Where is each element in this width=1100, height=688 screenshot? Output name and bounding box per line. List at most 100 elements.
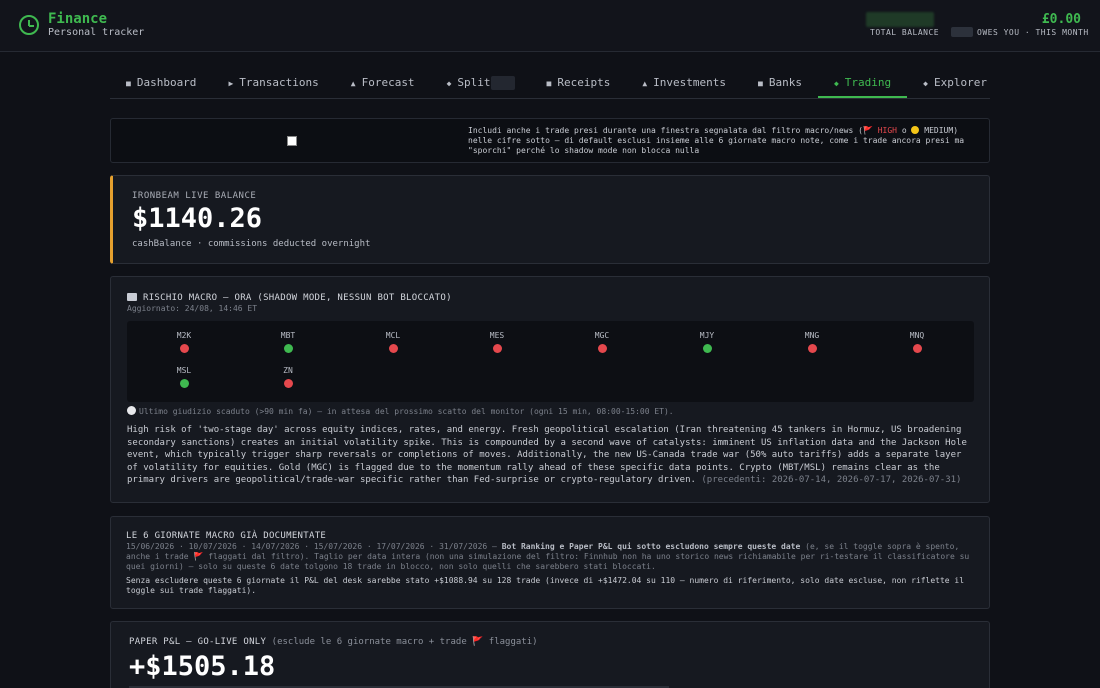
ticker-msl: MSL [154,366,214,391]
triangle-icon: ▲ [642,79,648,88]
owes-name-redacted [951,27,973,37]
square-icon: ■ [758,79,763,88]
ticker-mgc: MGC [572,331,632,356]
app-title: Finance [48,11,108,27]
ticker-name: MBT [280,331,296,340]
ticker-mbt: MBT [258,331,318,356]
ticker-name: MNQ [909,331,925,340]
days-rest-b: flaggati dal filtro). Taglio per data in… [126,552,970,571]
days-title: LE 6 GIORNATE MACRO GIÀ DOCUMENTATE [126,531,327,541]
ticker-zn: ZN [258,366,318,391]
pnl-title: PAPER P&L — GO-LIVE ONLY (esclude le 6 g… [129,637,538,647]
owes-label: OWES YOU · THIS MONTH [977,28,1089,37]
macro-days-card: LE 6 GIORNATE MACRO GIÀ DOCUMENTATE 15/0… [110,516,990,609]
tab-label: Split [457,76,491,89]
status-dot-icon [492,344,502,353]
balance-note: cashBalance · commissions deducted overn… [132,239,371,249]
days-dates: 15/06/2026 · 10/07/2026 · 14/07/2026 · 1… [126,542,502,551]
ticker-mes: MES [467,331,527,356]
pnl-value: +$1505.18 [129,651,276,682]
diamond-icon: ◆ [446,79,452,88]
status-dot-icon [179,344,189,353]
days-list: 15/06/2026 · 10/07/2026 · 14/07/2026 · 1… [126,542,976,572]
total-balance-redacted [866,12,934,27]
tab-label: Explorer [933,76,987,89]
diamond-icon: ◆ [833,79,839,88]
status-dot-icon [388,344,398,353]
tab-transactions[interactable]: ▶ Transactions [212,68,334,98]
tab-trading[interactable]: ◆ Trading [817,68,908,98]
clock-icon [19,15,39,35]
pnl-title-text: PAPER P&L — GO-LIVE ONLY [129,637,267,647]
flag-icon: 🚩 [193,552,204,561]
ticker-name: MGC [594,331,610,340]
ticker-mjy: MJY [677,331,737,356]
status-dot-icon [807,344,817,353]
ticker-name: M2K [176,331,192,340]
ticker-mng: MNG [782,331,842,356]
newspaper-icon [127,293,137,301]
macro-risk-card: RISCHIO MACRO — ORA (SHADOW MODE, NESSUN… [110,276,990,503]
ticker-m2k: M2K [154,331,214,356]
ticker-name: MES [489,331,505,340]
macro-title-text: RISCHIO MACRO — ORA (SHADOW MODE, NESSUN… [143,293,452,303]
live-balance-card: IRONBEAM LIVE BALANCE $1140.26 cashBalan… [110,175,990,264]
ticker-mnq: MNQ [887,331,947,356]
paper-pnl-card: PAPER P&L — GO-LIVE ONLY (esclude le 6 g… [110,621,990,688]
white-dot-icon [127,406,136,415]
tab-label: Receipts [557,76,611,89]
tab-forecast[interactable]: ▲ Forecast [335,68,431,98]
macro-updated: Aggiornato: 24/08, 14:46 ET [127,304,258,313]
balance-label: IRONBEAM LIVE BALANCE [132,191,257,201]
app-subtitle: Personal tracker [48,27,145,38]
triangle-icon: ▲ [350,79,356,88]
tab-label: Forecast [361,76,415,89]
tab-split[interactable]: ◆ Split [431,68,531,98]
flagged-trades-toggle-panel: Includi anche i trade presi durante una … [110,118,990,163]
include-flagged-checkbox[interactable] [287,136,297,146]
toggle-description: Includi anche i trade presi durante una … [468,126,968,156]
expired-note: Ultimo giudizio scaduto (>90 min fa) — i… [127,406,674,416]
total-balance-label: TOTAL BALANCE [870,28,940,37]
main-nav: ■ Dashboard ▶ Transactions ▲ Forecast ◆ Spli… [110,68,990,99]
status-dot-icon [702,344,712,353]
expired-note-text: Ultimo giudizio scaduto (>90 min fa) — i… [139,407,674,416]
diamond-icon: ◆ [923,79,928,88]
square-icon: ■ [126,79,131,88]
status-dot-icon [912,344,922,353]
status-dot-icon [283,344,293,353]
ticker-grid: M2K MBT MCL MES MGC MJY MNG MNQ MSL ZN [127,321,974,402]
status-dot-icon [597,344,607,353]
ticker-mcl: MCL [363,331,423,356]
macro-title: RISCHIO MACRO — ORA (SHADOW MODE, NESSUN… [127,293,452,303]
ticker-name: MJY [699,331,715,340]
status-dot-icon [283,379,293,388]
owes-amount: £0.00 [1041,12,1081,27]
pnl-title-note: (esclude le 6 giornate macro + trade 🚩 f… [266,637,538,647]
ticker-name: MSL [176,366,192,375]
toggle-text-a: Includi anche i trade presi durante una … [468,126,863,135]
yellow-dot-icon [911,126,920,134]
ticker-name: MCL [385,331,401,340]
tab-label: Dashboard [136,76,197,89]
tab-dashboard[interactable]: ■ Dashboard [110,68,212,98]
play-icon: ▶ [228,79,234,88]
tab-explorer[interactable]: ◆ Explorer [907,68,1003,98]
ticker-name: MNG [804,331,820,340]
previous-dates: (precedenti: 2026-07-14, 2026-07-17, 202… [701,475,962,485]
split-redacted [490,76,515,90]
status-dot-icon [179,379,189,388]
tab-investments[interactable]: ▲ Investments [626,68,742,98]
toggle-text-b: o [897,126,912,135]
macro-analysis: High risk of 'two-stage day' across equi… [127,424,977,487]
toggle-medium: MEDIUM [924,126,954,135]
ticker-name: ZN [283,366,293,375]
square-icon: ■ [546,79,552,88]
tab-label: Banks [768,76,802,89]
days-summary: Senza escludere queste 6 giornate il P&L… [126,576,965,595]
balance-value: $1140.26 [132,203,263,234]
tab-label: Trading [844,76,892,89]
tab-label: Transactions [239,76,319,89]
tab-receipts[interactable]: ■ Receipts [531,68,627,98]
tab-banks[interactable]: ■ Banks [742,68,818,98]
